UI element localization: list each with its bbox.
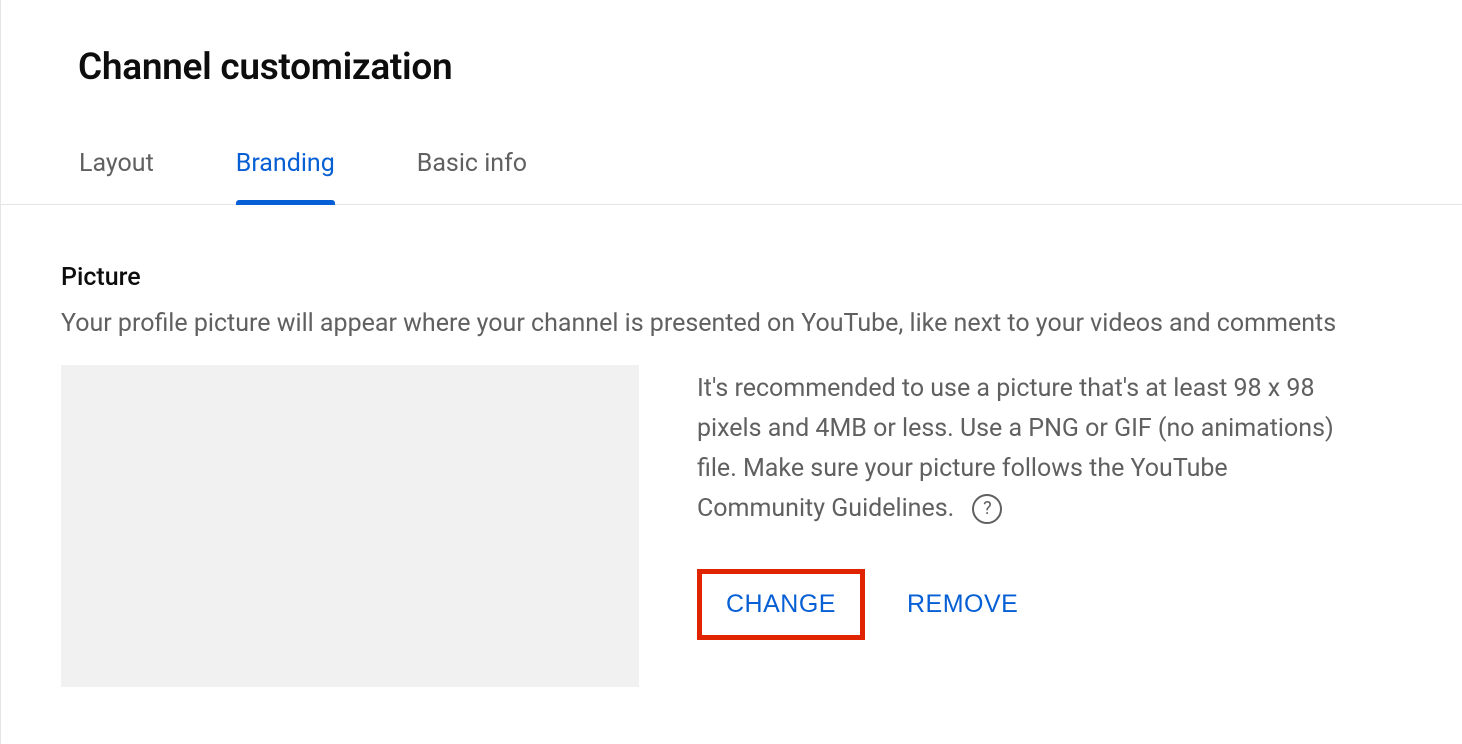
picture-description: Your profile picture will appear where y… bbox=[61, 306, 1402, 341]
picture-section: Picture Your profile picture will appear… bbox=[1, 205, 1462, 687]
tab-layout[interactable]: Layout bbox=[79, 151, 154, 204]
tab-basic-info[interactable]: Basic info bbox=[417, 151, 527, 204]
picture-recommendation: It's recommended to use a picture that's… bbox=[697, 369, 1357, 529]
change-button[interactable]: CHANGE bbox=[697, 569, 865, 640]
picture-row: It's recommended to use a picture that's… bbox=[61, 365, 1402, 687]
page-title: Channel customization bbox=[1, 0, 1462, 89]
picture-actions: CHANGE REMOVE bbox=[697, 569, 1402, 640]
picture-preview bbox=[61, 365, 639, 687]
remove-button[interactable]: REMOVE bbox=[883, 574, 1042, 635]
picture-side: It's recommended to use a picture that's… bbox=[697, 365, 1402, 640]
picture-title: Picture bbox=[61, 263, 1402, 292]
tab-branding[interactable]: Branding bbox=[236, 151, 335, 204]
picture-recommendation-text: It's recommended to use a picture that's… bbox=[697, 374, 1334, 523]
help-icon[interactable]: ? bbox=[972, 494, 1002, 524]
tabs: Layout Branding Basic info bbox=[1, 89, 1462, 205]
